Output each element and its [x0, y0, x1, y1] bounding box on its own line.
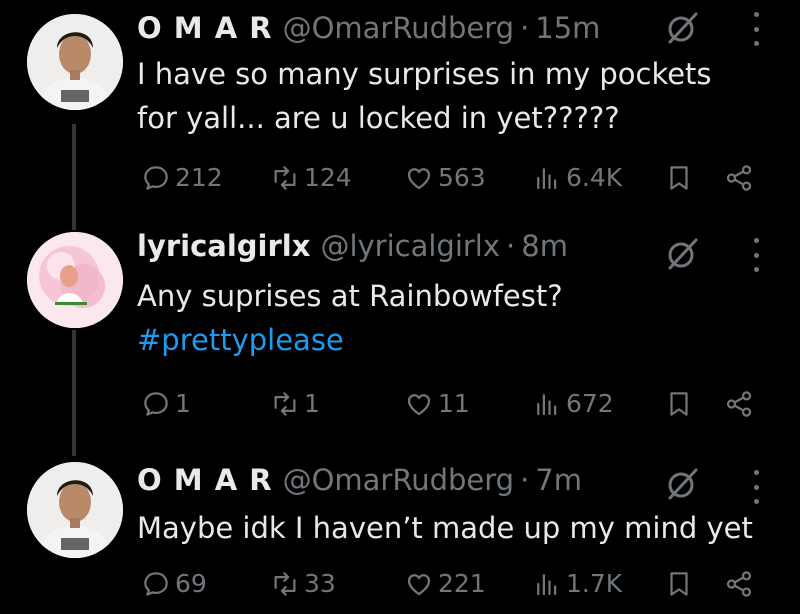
action-bar: 69 33 221 1.7K	[0, 566, 800, 602]
repost-button[interactable]: 33	[270, 566, 336, 602]
tweet-text: I have so many surprises in my pockets f…	[137, 52, 777, 140]
repost-button[interactable]: 124	[270, 160, 352, 196]
tweet-text-line: Any suprises at Rainbowfest?	[137, 279, 563, 313]
repost-icon	[274, 166, 296, 190]
views-count: 1.7K	[566, 569, 623, 598]
views-icon	[537, 168, 557, 190]
reply-button[interactable]: 1	[141, 386, 191, 422]
user-handle[interactable]: @OmarRudberg	[283, 11, 514, 45]
repost-count: 33	[304, 569, 336, 598]
like-button[interactable]: 221	[404, 566, 486, 602]
timestamp[interactable]: 8m	[521, 229, 568, 263]
hashtag-link[interactable]: #prettyplease	[137, 318, 777, 362]
like-button[interactable]: 563	[404, 160, 486, 196]
tweet-text: Maybe idk I haven’t made up my mind yet	[137, 506, 777, 550]
tweet-text-line: for yall... are u locked in yet?????	[137, 101, 620, 135]
user-handle[interactable]: @lyricalgirlx	[320, 229, 500, 263]
reply-count: 1	[175, 389, 191, 418]
repost-count: 1	[304, 389, 320, 418]
share-icon[interactable]	[724, 389, 754, 419]
display-name[interactable]: O M A R	[137, 11, 273, 45]
views-icon	[537, 574, 557, 596]
grok-icon[interactable]	[664, 466, 700, 502]
bookmark-icon[interactable]	[664, 389, 694, 419]
avatar[interactable]	[27, 232, 123, 328]
avatar[interactable]	[27, 14, 123, 110]
tweet[interactable]: O M A R @OmarRudberg · 15m I have so man…	[0, 0, 800, 210]
tweet[interactable]: O M A R @OmarRudberg · 7m Maybe idk I ha…	[0, 456, 800, 614]
separator: ·	[520, 11, 530, 45]
like-count: 563	[438, 163, 486, 192]
views-count: 672	[566, 389, 614, 418]
like-icon	[407, 168, 431, 190]
reply-icon	[144, 166, 168, 190]
repost-icon	[274, 572, 296, 596]
views-count: 6.4K	[566, 163, 623, 192]
views-button[interactable]: 1.7K	[532, 566, 622, 602]
bookmark-icon[interactable]	[664, 163, 694, 193]
repost-button[interactable]: 1	[270, 386, 320, 422]
share-icon[interactable]	[724, 569, 754, 599]
grok-icon[interactable]	[664, 10, 700, 46]
views-icon	[537, 394, 557, 416]
repost-icon	[274, 392, 296, 416]
views-button[interactable]: 672	[532, 386, 614, 422]
repost-count: 124	[304, 163, 352, 192]
avatar[interactable]	[27, 462, 123, 558]
views-button[interactable]: 6.4K	[532, 160, 622, 196]
tweet-text-line: I have so many surprises in my pockets	[137, 57, 712, 91]
separator: ·	[506, 229, 516, 263]
like-icon	[407, 394, 431, 416]
timestamp[interactable]: 15m	[535, 11, 600, 45]
like-button[interactable]: 11	[404, 386, 470, 422]
grok-icon[interactable]	[664, 236, 700, 272]
action-bar: 212 124 563 6.4K	[0, 160, 800, 196]
like-count: 11	[438, 389, 470, 418]
like-icon	[407, 574, 431, 596]
reply-icon	[144, 392, 168, 416]
separator: ·	[520, 463, 530, 497]
reply-button[interactable]: 69	[141, 566, 207, 602]
display-name[interactable]: O M A R	[137, 463, 273, 497]
reply-icon	[144, 572, 168, 596]
reply-button[interactable]: 212	[141, 160, 223, 196]
more-icon[interactable]	[748, 238, 764, 272]
user-handle[interactable]: @OmarRudberg	[283, 463, 514, 497]
bookmark-icon[interactable]	[664, 569, 694, 599]
tweet[interactable]: lyricalgirlx @lyricalgirlx · 8m Any supr…	[0, 226, 800, 430]
like-count: 221	[438, 569, 486, 598]
tweet-text: Any suprises at Rainbowfest? #prettyplea…	[137, 274, 777, 362]
more-icon[interactable]	[748, 12, 764, 46]
action-bar: 1 1 11 672	[0, 386, 800, 422]
more-icon[interactable]	[748, 470, 764, 504]
reply-count: 69	[175, 569, 207, 598]
share-icon[interactable]	[724, 163, 754, 193]
timestamp[interactable]: 7m	[535, 463, 582, 497]
reply-count: 212	[175, 163, 223, 192]
display-name[interactable]: lyricalgirlx	[137, 229, 310, 263]
tweet-text-line: Maybe idk I haven’t made up my mind yet	[137, 511, 753, 545]
